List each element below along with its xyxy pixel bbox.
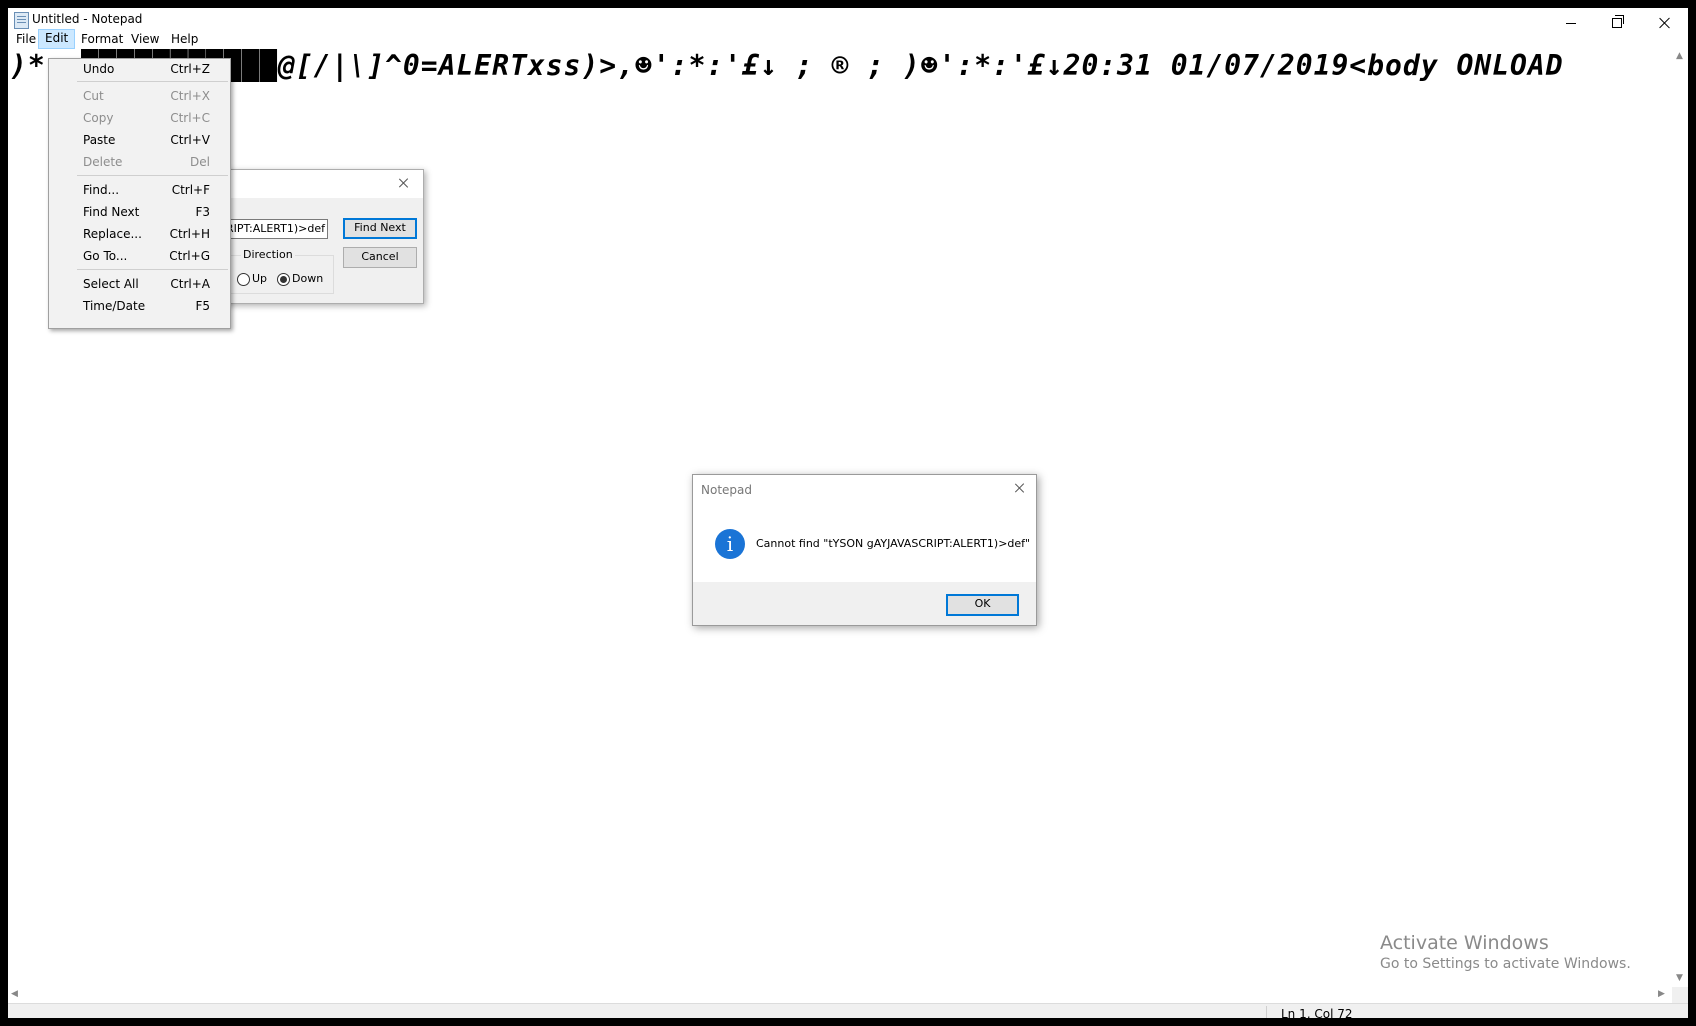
close-icon	[1015, 483, 1025, 493]
notepad-window: Untitled - Notepad File Edit Format View…	[8, 8, 1688, 1018]
menu-item-find-next[interactable]: Find Next F3	[49, 202, 230, 222]
menu-item-shortcut: Ctrl+C	[170, 111, 210, 125]
menu-item-find[interactable]: Find... Ctrl+F	[49, 180, 230, 200]
message-dialog: Notepad i Cannot find "tYSON gAYJAVASCRI…	[692, 474, 1037, 626]
minimize-icon	[1566, 22, 1576, 24]
vertical-scrollbar[interactable]: ▲ ▼	[1672, 49, 1688, 987]
menu-item-label: Go To...	[83, 249, 128, 263]
watermark-subtitle: Go to Settings to activate Windows.	[1380, 956, 1631, 972]
status-bar: Ln 1, Col 72	[8, 1003, 1688, 1018]
menu-item-shortcut: Ctrl+Z	[170, 62, 210, 76]
menu-bar: File Edit Format View Help	[8, 29, 1688, 49]
editor-content[interactable]: )* =███████████@[/|\]^0=ALERTxss)>,☻':*:…	[10, 49, 1564, 82]
message-dialog-title: Notepad	[701, 483, 752, 497]
cancel-button[interactable]: Cancel	[343, 247, 417, 268]
menu-edit[interactable]: Edit	[38, 29, 76, 49]
menu-item-copy[interactable]: Copy Ctrl+C	[49, 108, 230, 128]
watermark-title: Activate Windows	[1380, 932, 1549, 954]
restore-icon	[1612, 15, 1624, 28]
direction-up-radio[interactable]	[237, 273, 250, 286]
message-dialog-close-button[interactable]	[1015, 483, 1025, 493]
menu-item-delete[interactable]: Delete Del	[49, 152, 230, 172]
info-icon: i	[715, 529, 745, 559]
status-separator	[1266, 1006, 1267, 1018]
direction-label: Direction	[241, 248, 295, 261]
menu-item-paste[interactable]: Paste Ctrl+V	[49, 130, 230, 150]
scroll-right-icon[interactable]: ▶	[1658, 989, 1665, 999]
menu-item-cut[interactable]: Cut Ctrl+X	[49, 86, 230, 106]
horizontal-scrollbar[interactable]: ◀ ▶	[8, 987, 1672, 1003]
menu-item-shortcut: Ctrl+F	[171, 183, 210, 197]
menu-format[interactable]: Format	[75, 30, 129, 48]
window-title: Untitled - Notepad	[32, 12, 143, 26]
scroll-corner	[1672, 987, 1688, 1003]
menu-item-shortcut: Ctrl+V	[170, 133, 210, 147]
scroll-left-icon[interactable]: ◀	[11, 989, 18, 999]
message-text: Cannot find "tYSON gAYJAVASCRIPT:ALERT1)…	[756, 537, 1031, 550]
find-dialog-title-bar[interactable]	[209, 170, 423, 198]
close-icon	[399, 178, 409, 188]
direction-up-label[interactable]: Up	[252, 272, 267, 285]
menu-item-label: Copy	[83, 111, 114, 125]
menu-view[interactable]: View	[125, 30, 165, 48]
direction-down-label[interactable]: Down	[292, 272, 323, 285]
menu-item-replace[interactable]: Replace... Ctrl+H	[49, 224, 230, 244]
menu-item-time-date[interactable]: Time/Date F5	[49, 296, 230, 316]
menu-item-shortcut: Ctrl+H	[169, 227, 210, 241]
menu-item-undo[interactable]: Undo Ctrl+Z	[49, 59, 230, 79]
menu-separator	[77, 81, 228, 82]
notepad-icon	[14, 12, 29, 29]
menu-item-label: Find Next	[83, 205, 140, 219]
edit-menu-dropdown: Undo Ctrl+Z Cut Ctrl+X Copy Ctrl+C Paste…	[48, 58, 231, 329]
activation-watermark: Activate Windows Go to Settings to activ…	[1380, 932, 1631, 972]
menu-item-go-to[interactable]: Go To... Ctrl+G	[49, 246, 230, 266]
menu-help[interactable]: Help	[165, 30, 204, 48]
menu-item-select-all[interactable]: Select All Ctrl+A	[49, 274, 230, 294]
direction-down-radio[interactable]	[277, 273, 290, 286]
scroll-down-icon[interactable]: ▼	[1676, 973, 1683, 983]
menu-item-label: Select All	[83, 277, 139, 291]
ok-button[interactable]: OK	[946, 594, 1019, 616]
menu-item-label: Delete	[83, 155, 123, 169]
menu-item-shortcut: F3	[195, 205, 210, 219]
menu-item-label: Replace...	[83, 227, 142, 241]
menu-item-shortcut: Ctrl+A	[170, 277, 210, 291]
menu-separator	[77, 175, 228, 176]
menu-item-shortcut: Ctrl+X	[170, 89, 210, 103]
scroll-up-icon[interactable]: ▲	[1676, 51, 1683, 61]
menu-item-shortcut: Del	[190, 155, 210, 169]
close-icon	[1659, 17, 1671, 29]
menu-item-label: Time/Date	[83, 299, 146, 313]
menu-item-label: Find...	[83, 183, 120, 197]
menu-item-label: Paste	[83, 133, 116, 147]
find-dialog-close-button[interactable]	[399, 178, 409, 188]
find-next-button[interactable]: Find Next	[343, 218, 417, 239]
menu-item-shortcut: Ctrl+G	[169, 249, 210, 263]
cursor-position: Ln 1, Col 72	[1281, 1007, 1353, 1018]
find-dialog: CRIPT:ALERT1)>def Find Next Cancel Direc…	[208, 169, 424, 304]
menu-item-label: Cut	[83, 89, 104, 103]
menu-item-shortcut: F5	[195, 299, 210, 313]
find-what-input[interactable]: CRIPT:ALERT1)>def	[215, 219, 328, 239]
menu-separator	[77, 269, 228, 270]
menu-item-label: Undo	[83, 62, 115, 76]
